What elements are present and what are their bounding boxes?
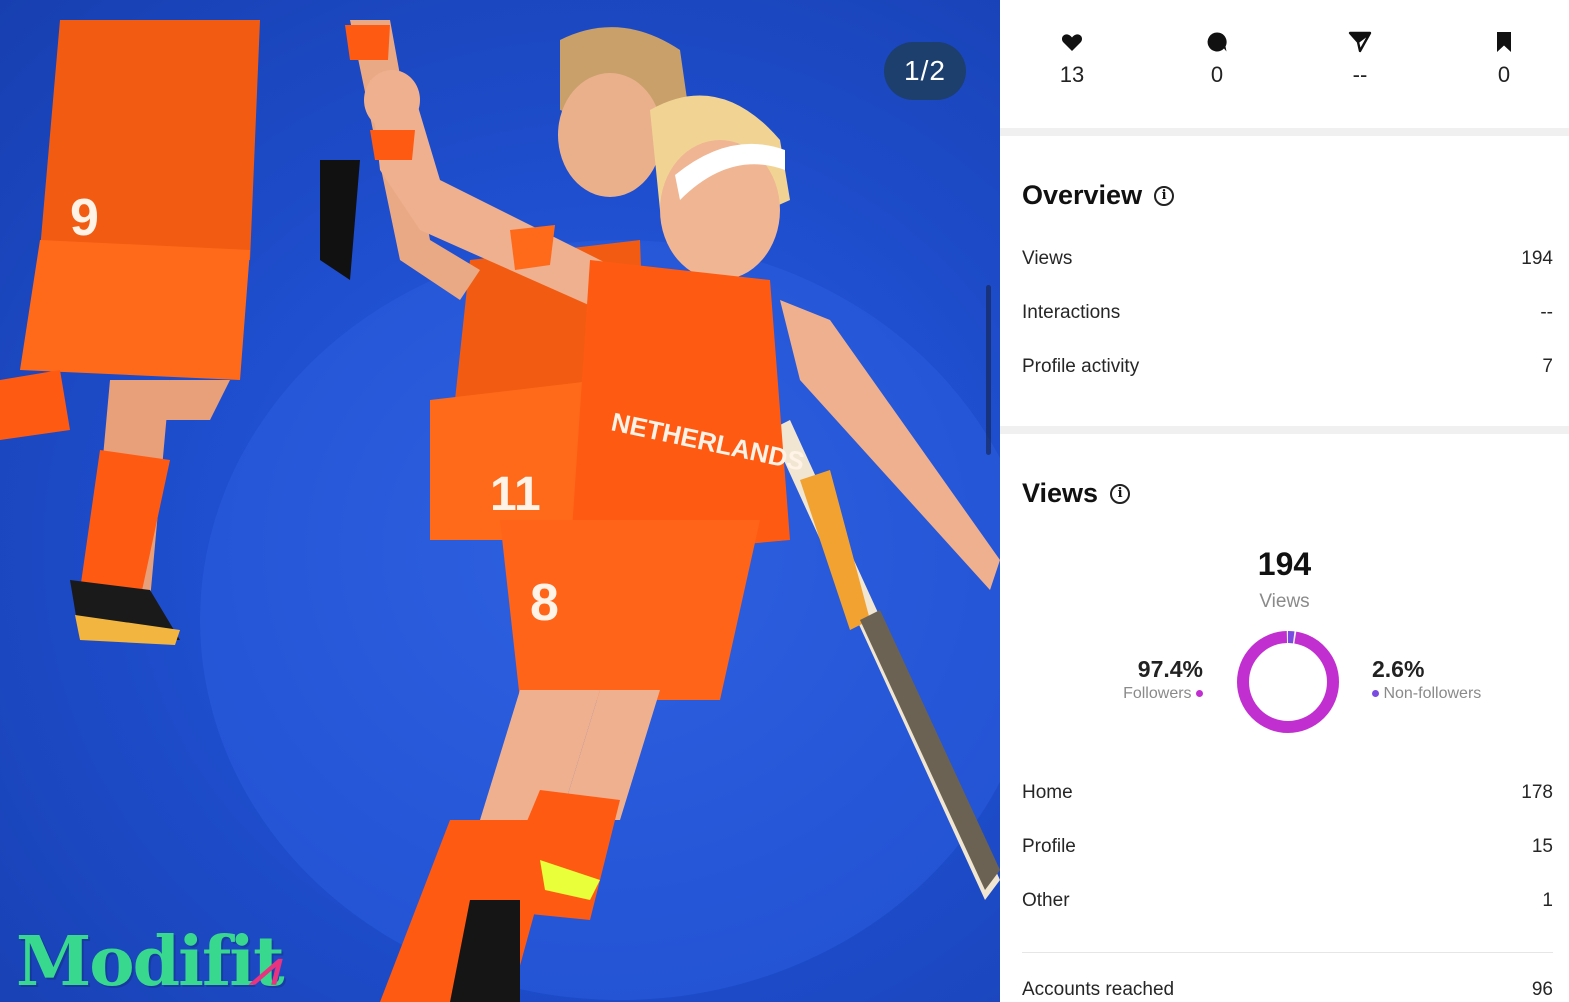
shares-count: -- — [1352, 62, 1368, 87]
row-value: -- — [1540, 302, 1553, 323]
jersey-number-8: 8 — [530, 574, 559, 632]
nonfollowers-label: Non-followers — [1383, 685, 1482, 702]
likes-count: 13 — [1059, 62, 1085, 87]
views-total-value: 194 — [1257, 546, 1312, 582]
followers-dot — [1196, 690, 1203, 698]
views-heading: Views i — [1022, 478, 1131, 509]
followers-legend: 97.4% Followers — [1123, 656, 1203, 703]
saves-count: 0 — [1497, 62, 1511, 87]
row-value: 7 — [1542, 356, 1553, 377]
followers-percent: 97.4% — [1137, 656, 1203, 682]
insights-panel: 13 0 -- 0 Overview i Views 194 Interacti… — [1000, 0, 1569, 1002]
views-title: Views — [1022, 478, 1099, 508]
scrollbar-thumb[interactable] — [986, 285, 991, 455]
overview-row-views[interactable]: Views 194 — [1022, 244, 1553, 274]
views-total-label: Views — [1259, 591, 1310, 612]
row-value: 194 — [1521, 248, 1553, 269]
shares-stat[interactable]: -- — [1320, 30, 1400, 88]
nonfollowers-legend-label: Non-followers — [1372, 685, 1481, 703]
overview-row-interactions[interactable]: Interactions -- — [1022, 298, 1553, 328]
row-value: 1 — [1542, 890, 1553, 911]
row-label: Interactions — [1022, 302, 1121, 323]
views-total: 194 Views — [1000, 546, 1569, 613]
jersey-number-9: 9 — [70, 189, 99, 247]
followers-legend-label: Followers — [1123, 685, 1203, 703]
photo-illustration: 9 11 NETHERLANDS 8 — [0, 20, 1000, 1002]
row-separator — [1022, 952, 1553, 953]
heart-icon — [1032, 30, 1112, 58]
nonfollowers-legend: 2.6% Non-followers — [1372, 656, 1481, 703]
views-row-home[interactable]: Home 178 — [1022, 778, 1553, 808]
views-row-other[interactable]: Other 1 — [1022, 886, 1553, 916]
jersey-number-11: 11 — [490, 468, 541, 521]
accounts-reached-label: Accounts reached — [1022, 979, 1175, 1000]
bookmark-icon — [1464, 30, 1544, 58]
followers-label: Followers — [1123, 685, 1192, 702]
accounts-reached-row[interactable]: Accounts reached 96 — [1022, 975, 1553, 1002]
row-label: Profile — [1022, 836, 1076, 857]
row-value: 15 — [1531, 836, 1553, 857]
likes-stat[interactable]: 13 — [1032, 30, 1112, 88]
views-donut-chart — [1237, 631, 1339, 733]
image-counter-badge: 1/2 — [884, 42, 966, 100]
nonfollowers-dot — [1372, 690, 1379, 698]
overview-row-profile-activity[interactable]: Profile activity 7 — [1022, 352, 1553, 382]
info-icon[interactable]: i — [1110, 483, 1131, 504]
post-photo[interactable]: 9 11 NETHERLANDS 8 1/2 Modifit ⩘ — [0, 0, 1000, 1002]
accounts-reached-value: 96 — [1531, 979, 1553, 1000]
views-row-profile[interactable]: Profile 15 — [1022, 832, 1553, 862]
row-label: Profile activity — [1022, 356, 1140, 377]
section-divider — [1000, 426, 1569, 434]
row-label: Home — [1022, 782, 1073, 803]
row-label: Other — [1022, 890, 1070, 911]
brand-watermark-logo: Modifit — [16, 922, 284, 1002]
comment-icon — [1177, 30, 1257, 58]
comments-stat[interactable]: 0 — [1177, 30, 1257, 88]
nonfollowers-percent: 2.6% — [1372, 656, 1425, 682]
row-value: 178 — [1521, 782, 1553, 803]
donut-slice-followers — [1237, 631, 1339, 733]
overview-title: Overview — [1022, 180, 1143, 210]
post-insights-screen: 9 11 NETHERLANDS 8 1/2 Modifit ⩘ 13 0 --… — [0, 0, 1569, 1002]
brand-mark-icon: ⩘ — [250, 940, 278, 996]
engagement-stats-row: 13 0 -- 0 — [1000, 30, 1569, 100]
info-icon[interactable]: i — [1154, 185, 1175, 206]
comments-count: 0 — [1210, 62, 1224, 87]
section-divider — [1000, 128, 1569, 136]
saves-stat[interactable]: 0 — [1464, 30, 1544, 88]
row-label: Views — [1022, 248, 1073, 269]
overview-heading: Overview i — [1022, 180, 1175, 211]
share-icon — [1320, 30, 1400, 58]
